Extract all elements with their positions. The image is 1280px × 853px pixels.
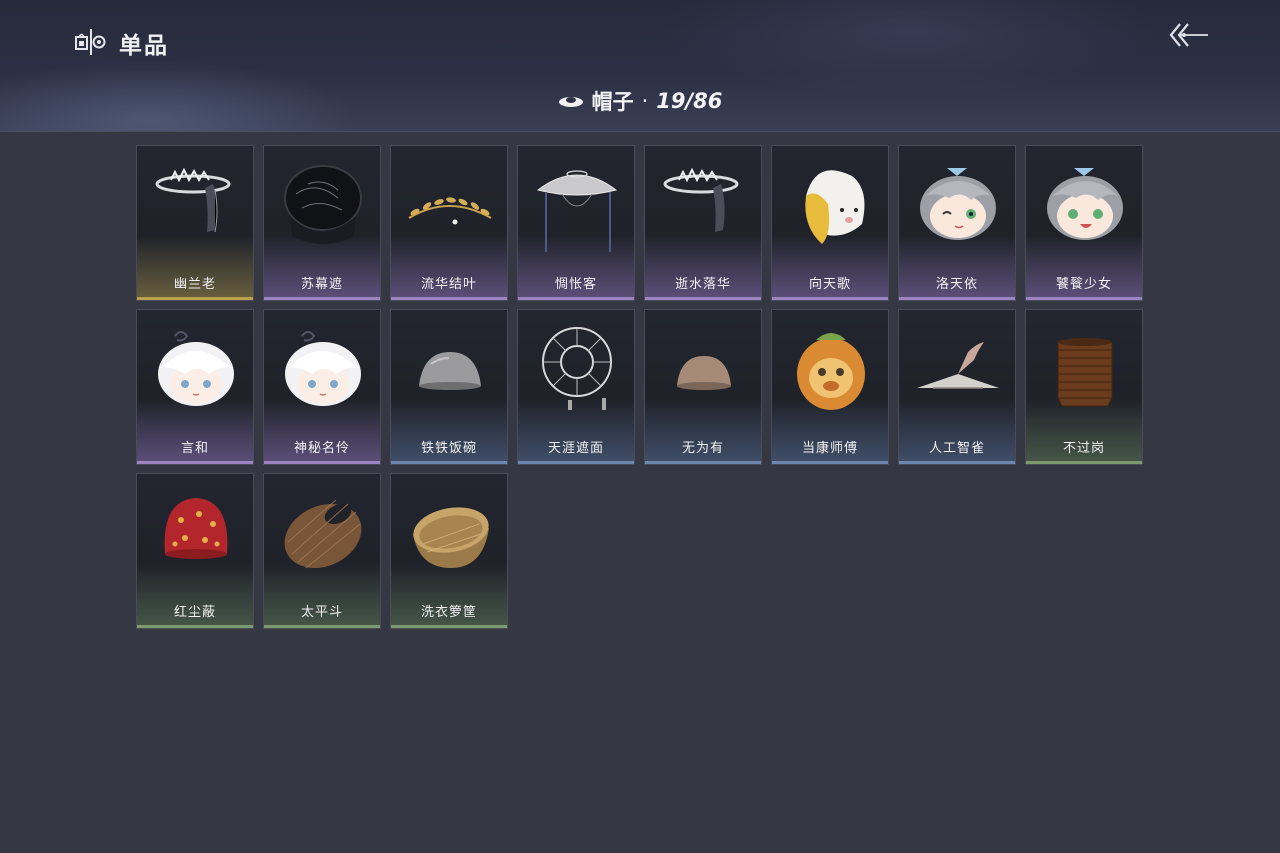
rarity-bar: [772, 461, 888, 464]
back-arrow-icon[interactable]: [1166, 18, 1210, 52]
rarity-bar: [264, 625, 380, 628]
item-card[interactable]: 饕餮少女: [1025, 145, 1143, 301]
item-name: 逝水落华: [674, 277, 731, 292]
item-name: 人工智雀: [928, 441, 985, 456]
item-card[interactable]: 神秘名伶: [263, 309, 381, 465]
rarity-bar: [391, 297, 507, 300]
item-card[interactable]: 言和: [136, 309, 254, 465]
rarity-bar: [645, 297, 761, 300]
item-card[interactable]: 太平斗: [263, 473, 381, 629]
wardrobe-icon: [75, 29, 106, 55]
rarity-bar: [137, 461, 253, 464]
item-card[interactable]: 人工智雀: [898, 309, 1016, 465]
conical-straw-hat-icon: [536, 170, 618, 252]
item-grid: 幽兰老 苏幕遮 流华结叶 惆怅客 逝水落华 向天歌 洛天依 饕餮少女 言和 神秘…: [136, 145, 1143, 629]
item-name: 苏幕遮: [300, 277, 343, 292]
header-glow: [660, 0, 1160, 100]
rarity-bar: [391, 625, 507, 628]
item-card[interactable]: 洗衣箩筐: [390, 473, 508, 629]
item-name: 流华结叶: [420, 277, 477, 292]
goose-hood-icon: [805, 170, 865, 244]
item-name: 不过岗: [1062, 441, 1105, 456]
item-name: 洛天依: [935, 277, 978, 292]
rarity-bar: [518, 297, 634, 300]
item-card[interactable]: 流华结叶: [390, 145, 508, 301]
category-label: 帽子: [591, 90, 634, 114]
clay-bowl-icon: [677, 356, 731, 390]
item-name: 铁铁饭碗: [420, 441, 477, 456]
page-title: 单品: [119, 33, 169, 59]
item-card[interactable]: 苏幕遮: [263, 145, 381, 301]
item-name: 天涯遮面: [547, 441, 604, 456]
rarity-bar: [137, 297, 253, 300]
item-card[interactable]: 惆怅客: [517, 145, 635, 301]
red-cloth-hood-icon: [164, 498, 228, 559]
laundry-basket-icon: [413, 507, 489, 568]
stacked-bowls-icon: [1057, 338, 1113, 407]
item-name: 当康师傅: [801, 441, 858, 456]
chibi-grey-hair-winking-icon: [920, 168, 996, 240]
item-card[interactable]: 铁铁饭碗: [390, 309, 508, 465]
item-card[interactable]: 逝水落华: [644, 145, 762, 301]
chibi-grey-hair-smiling-icon: [1047, 168, 1123, 240]
item-name: 红尘蔽: [173, 605, 216, 620]
item-name: 神秘名伶: [293, 441, 350, 456]
item-name: 惆怅客: [554, 277, 597, 292]
rarity-bar: [518, 461, 634, 464]
rarity-bar: [391, 461, 507, 464]
item-name: 向天歌: [808, 277, 851, 292]
item-card[interactable]: 红尘蔽: [136, 473, 254, 629]
item-name: 幽兰老: [173, 277, 216, 292]
orange-mask-icon: [797, 333, 865, 410]
rarity-bar: [899, 461, 1015, 464]
chibi-white-hair-icon: [285, 331, 361, 406]
item-card[interactable]: 天涯遮面: [517, 309, 635, 465]
silver-veil-crown-icon: [663, 167, 739, 232]
silver-veil-crown-icon: [155, 167, 231, 233]
rarity-bar: [137, 625, 253, 628]
item-card[interactable]: 幽兰老: [136, 145, 254, 301]
item-name: 太平斗: [300, 605, 343, 620]
golden-leaf-circlet-icon: [408, 197, 492, 225]
item-name: 洗衣箩筐: [420, 605, 477, 620]
rarity-bar: [645, 461, 761, 464]
rarity-bar: [1026, 297, 1142, 300]
iron-bowl-icon: [419, 352, 481, 390]
item-card[interactable]: 当康师傅: [771, 309, 889, 465]
item-name: 无为有: [681, 441, 724, 456]
category-separator: ·: [641, 89, 649, 113]
item-name: 言和: [180, 441, 209, 456]
rarity-bar: [772, 297, 888, 300]
hat-icon: [558, 97, 583, 107]
item-name: 饕餮少女: [1055, 277, 1112, 292]
item-card[interactable]: 向天歌: [771, 145, 889, 301]
woven-bamboo-hat-icon: [284, 499, 362, 569]
header: 单品 帽子 · 19/86: [0, 0, 1280, 132]
rarity-bar: [1026, 461, 1142, 464]
item-card[interactable]: 洛天依: [898, 145, 1016, 301]
item-card[interactable]: 无为有: [644, 309, 762, 465]
bird-hat-icon: [917, 342, 999, 389]
category-header: 帽子 · 19/86: [0, 86, 1280, 116]
rarity-bar: [264, 461, 380, 464]
rarity-bar: [264, 297, 380, 300]
category-count: 19/86: [656, 89, 723, 113]
rarity-bar: [899, 297, 1015, 300]
frame-hat-icon: [542, 327, 612, 410]
black-veil-hat-icon: [284, 165, 362, 244]
chibi-white-hair-icon: [158, 331, 234, 406]
item-card[interactable]: 不过岗: [1025, 309, 1143, 465]
